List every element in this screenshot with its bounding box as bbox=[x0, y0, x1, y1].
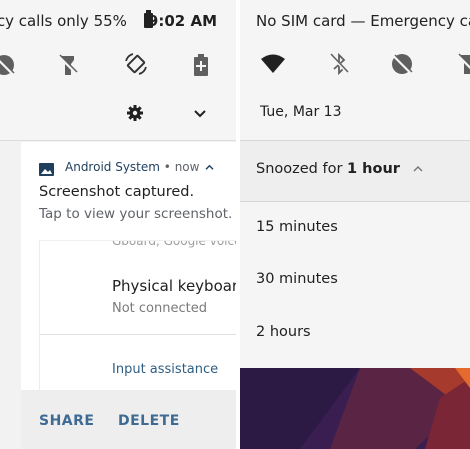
chevron-up-icon[interactable] bbox=[413, 165, 423, 173]
date-label: Tue, Mar 13 bbox=[260, 104, 342, 120]
wifi-icon[interactable] bbox=[260, 50, 286, 76]
carrier-status-text: Emergency calls only 55% bbox=[0, 12, 127, 30]
preview-divider bbox=[40, 334, 236, 335]
preview-not-connected-text: Not connected bbox=[112, 301, 207, 316]
notification-header: Android System • now bbox=[65, 160, 214, 174]
divider bbox=[240, 201, 470, 202]
screenshot-root: Emergency calls only 55% 9:02 AM bbox=[0, 0, 470, 449]
left-notification-shade: Emergency calls only 55% 9:02 AM bbox=[0, 0, 236, 449]
notification-time: now bbox=[174, 160, 200, 174]
preview-physical-keyboard-title: Physical keyboard bbox=[112, 277, 236, 295]
screenshot-preview[interactable]: Gboard, Google voice Physical keyboard N… bbox=[39, 240, 236, 390]
battery-icon bbox=[144, 10, 153, 28]
right-notification-shade: No SIM card — Emergency calls Tue, Mar 1… bbox=[240, 0, 470, 449]
gear-icon[interactable] bbox=[126, 104, 144, 122]
wallpaper bbox=[240, 368, 470, 449]
snooze-header[interactable]: Snoozed for 1 hour bbox=[240, 141, 470, 201]
chevron-down-icon[interactable] bbox=[192, 106, 208, 120]
status-bar-text: Emergency calls only 55% 9:02 AM bbox=[0, 12, 217, 30]
battery-saver-icon[interactable] bbox=[188, 52, 214, 78]
status-bar: Emergency calls only 55% 9:02 AM bbox=[0, 0, 236, 42]
bluetooth-off-icon[interactable] bbox=[326, 51, 352, 77]
notification-app-name: Android System bbox=[65, 160, 160, 174]
image-icon bbox=[39, 161, 54, 176]
divider bbox=[0, 140, 236, 141]
quick-settings-row bbox=[0, 42, 236, 140]
flashlight-off-icon[interactable] bbox=[454, 51, 470, 77]
notification-title: Screenshot captured. bbox=[39, 184, 195, 200]
auto-rotate-icon[interactable] bbox=[123, 51, 149, 77]
status-bar-text: No SIM card — Emergency calls bbox=[256, 12, 470, 30]
snooze-duration: 1 hour bbox=[347, 161, 400, 177]
status-time: 9:02 AM bbox=[147, 12, 217, 30]
preview-input-assistance-text: Input assistance bbox=[112, 362, 219, 377]
snooze-option-15-minutes[interactable]: 15 minutes bbox=[256, 219, 338, 235]
screenshot-notification[interactable]: Android System • now Screenshot captured… bbox=[21, 142, 236, 449]
preview-cut-text: Gboard, Google voice bbox=[112, 240, 236, 248]
do-not-disturb-icon[interactable] bbox=[0, 52, 17, 78]
flashlight-off-icon[interactable] bbox=[55, 52, 81, 78]
snooze-option-2-hours[interactable]: 2 hours bbox=[256, 324, 311, 340]
do-not-disturb-icon[interactable] bbox=[389, 51, 415, 77]
notification-text: Tap to view your screenshot. bbox=[39, 206, 233, 222]
notification-separator: • bbox=[163, 160, 171, 174]
share-button[interactable]: SHARE bbox=[39, 413, 94, 429]
snooze-prefix: Snoozed for bbox=[256, 161, 343, 177]
delete-button[interactable]: DELETE bbox=[118, 413, 180, 429]
notification-actions: SHARE DELETE bbox=[21, 390, 236, 449]
snooze-option-30-minutes[interactable]: 30 minutes bbox=[256, 271, 338, 287]
snooze-text: Snoozed for 1 hour bbox=[256, 161, 423, 177]
chevron-up-icon[interactable] bbox=[205, 164, 214, 171]
